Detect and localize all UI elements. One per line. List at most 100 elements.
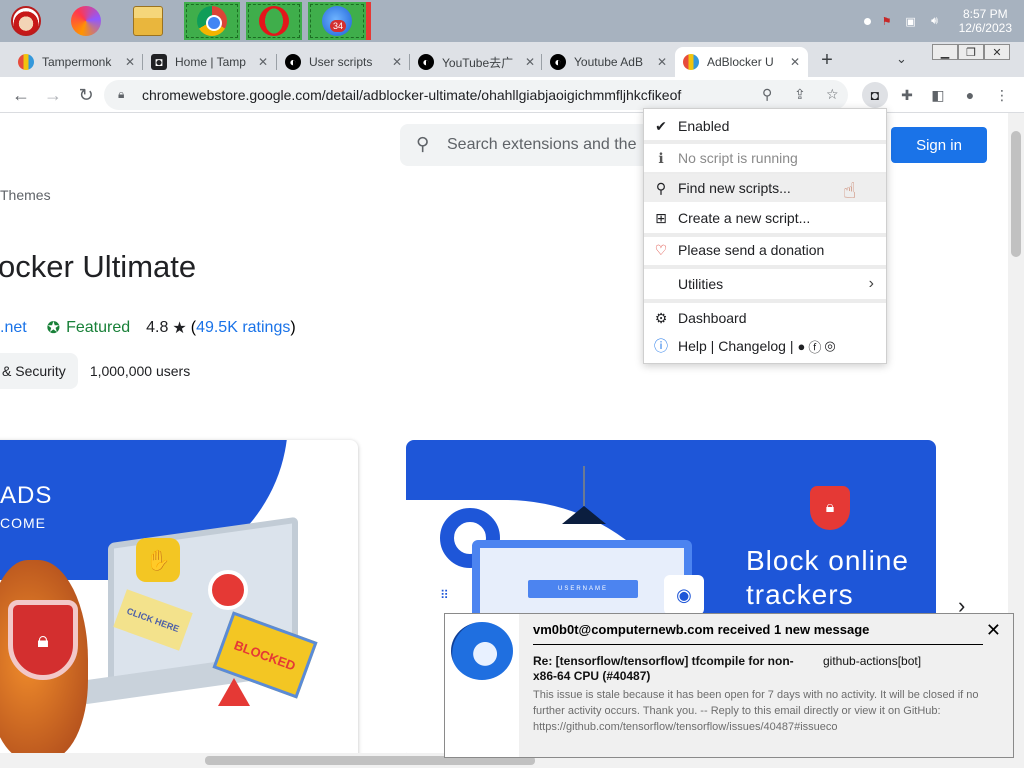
close-icon[interactable]: ✕ — [657, 55, 667, 69]
taskbar-app-santa[interactable] — [4, 2, 48, 40]
checkmark-icon: ✔ — [655, 117, 667, 134]
ratings-count-link[interactable]: 49.5K ratings — [196, 319, 290, 337]
plus-square-icon: ⊞ — [655, 209, 667, 226]
menu-item-dashboard[interactable]: ⚙ Dashboard — [644, 304, 886, 332]
tab-label: AdBlocker U — [707, 55, 774, 69]
menu-item-utilities[interactable]: Utilities › — [644, 270, 886, 298]
chevron-right-icon: › — [868, 275, 874, 292]
star-icon: ★ — [172, 320, 187, 337]
profile-avatar-icon[interactable]: ● — [957, 82, 983, 108]
tab-search-chevron-icon[interactable]: ⌄ — [896, 51, 907, 67]
new-mail-notification[interactable]: vm0b0t@computernewb.com received 1 new m… — [444, 613, 1014, 758]
close-icon[interactable]: ✕ — [525, 55, 535, 69]
file-explorer-icon — [133, 6, 163, 36]
tab-user-scripts[interactable]: ◐ User scripts ✕ — [277, 47, 410, 77]
tab-tampermonkey[interactable]: Tampermonk ✕ — [10, 47, 143, 77]
taskbar-app-firefox[interactable] — [64, 2, 108, 40]
featured-badge-icon: ✪ — [46, 320, 61, 337]
mail-icon: 34 — [322, 6, 352, 36]
flag-icon[interactable]: ⚑ — [879, 14, 895, 28]
close-window-button[interactable]: ✕ — [984, 44, 1010, 60]
tab-home-tampermonkey[interactable]: ◘ Home | Tamp ✕ — [143, 47, 276, 77]
back-button[interactable]: ← — [9, 83, 33, 107]
screenshot-card-1[interactable]: ADS COME ✋ CLICK HERE BLOCKED 🔒︎ — [0, 440, 358, 753]
taskbar-app-opera[interactable] — [246, 2, 302, 40]
instagram-icon[interactable]: ◎ — [824, 338, 835, 354]
notification-body: This issue is stale because it has been … — [533, 689, 979, 733]
bookmark-star-icon[interactable]: ☆ — [826, 86, 839, 103]
category-chip[interactable]: & Security — [0, 353, 78, 389]
tab-strip: Tampermonk ✕ ◘ Home | Tamp ✕ ◐ User scri… — [0, 42, 1024, 77]
warning-triangle-icon — [218, 678, 250, 706]
vertical-scroll-thumb[interactable] — [1011, 131, 1021, 257]
publisher-link[interactable]: .net — [0, 319, 27, 337]
github-icon[interactable]: ● — [797, 339, 805, 354]
notification-divider — [533, 644, 983, 645]
tab-youtube-adblock[interactable]: ◐ Youtube AdB ✕ — [542, 47, 675, 77]
menu-item-label: Create a new script... — [678, 210, 811, 226]
share-icon[interactable]: ⇪ — [794, 86, 806, 103]
santa-claus-icon — [11, 6, 41, 36]
menu-item-label: Dashboard — [678, 310, 747, 326]
clock[interactable]: 8:57 PM 12/6/2023 — [959, 7, 1012, 35]
search-icon: ⚲ — [416, 134, 430, 154]
greasyfork-icon: ◐ — [418, 54, 434, 70]
address-bar[interactable]: 🔒︎ chromewebstore.google.com/detail/adbl… — [104, 80, 848, 110]
tab-label: YouTube去广 — [442, 55, 514, 70]
menu-item-help[interactable]: ⓘ Help | Changelog | ● ⓕ ◎ — [644, 332, 886, 360]
window-controls: ▁ ❐ ✕ — [932, 44, 1010, 60]
menu-item-create-script[interactable]: ⊞ Create a new script... — [644, 204, 886, 232]
reload-button[interactable]: ↻ — [74, 83, 98, 107]
taskbar-app-explorer[interactable] — [126, 2, 170, 40]
tab-label: Home | Tamp — [175, 55, 246, 69]
rating-value: 4.8 — [146, 319, 169, 336]
featured-label[interactable]: Featured — [66, 319, 130, 337]
facebook-icon[interactable]: ⓕ — [808, 337, 821, 356]
tampermonkey-extension-button[interactable]: ◘ — [862, 82, 888, 108]
network-icon[interactable]: ▣ — [903, 14, 919, 28]
clock-time: 8:57 PM — [962, 7, 1008, 21]
search-icon[interactable]: ⚲ — [762, 86, 772, 103]
unread-count-badge: 34 — [329, 20, 346, 32]
menu-item-label: Help | Changelog | — [678, 338, 794, 354]
close-icon[interactable]: ✕ — [392, 55, 402, 69]
close-icon[interactable]: ✕ — [790, 55, 800, 69]
restore-button[interactable]: ❐ — [958, 44, 984, 60]
volume-icon[interactable]: 🔊︎ — [927, 14, 943, 28]
notification-title: vm0b0t@computernewb.com received 1 new m… — [533, 622, 870, 637]
tampermonkey-icon: ◘ — [870, 87, 880, 103]
page-title: ocker Ultimate — [0, 249, 197, 284]
tampermonkey-rainbow-icon — [18, 54, 34, 70]
tab-youtube-script[interactable]: ◐ YouTube去广 ✕ — [410, 47, 543, 77]
tab-adblocker-ultimate[interactable]: AdBlocker U ✕ — [675, 47, 808, 77]
taskbar-app-chrome[interactable] — [184, 2, 240, 40]
close-icon[interactable]: ✕ — [125, 55, 135, 69]
tab-label: User scripts — [309, 55, 373, 69]
side-panel-icon[interactable]: ◧ — [925, 82, 951, 108]
drag-handle-icon[interactable]: ⠿ — [440, 588, 449, 602]
menu-separator — [644, 299, 886, 303]
menu-item-label: Enabled — [678, 118, 730, 134]
menu-item-label: Please send a donation — [678, 242, 825, 258]
opera-icon — [259, 6, 289, 36]
extensions-puzzle-icon[interactable]: ✚ — [894, 82, 920, 108]
greasyfork-icon: ◐ — [285, 54, 301, 70]
kebab-menu-icon[interactable]: ⋮ — [989, 82, 1015, 108]
sign-in-button[interactable]: Sign in — [891, 127, 987, 163]
category-label: & Security — [2, 363, 66, 379]
lock-icon[interactable]: 🔒︎ — [118, 87, 124, 102]
new-tab-button[interactable]: + — [816, 49, 838, 71]
minimize-button[interactable]: ▁ — [932, 44, 958, 60]
menu-item-enabled[interactable]: ✔ Enabled — [644, 112, 886, 140]
category-tab-themes[interactable]: Themes — [0, 187, 51, 203]
thunderbird-icon — [451, 622, 513, 680]
tampermonkey-icon: ◘ — [151, 54, 167, 70]
url-text: chromewebstore.google.com/detail/adblock… — [142, 87, 682, 103]
webstore-search-input[interactable]: ⚲ Search extensions and the — [400, 124, 660, 166]
forward-button[interactable]: → — [41, 83, 65, 107]
chrome-icon — [197, 6, 227, 36]
close-icon[interactable]: ✕ — [986, 620, 1001, 641]
close-icon[interactable]: ✕ — [258, 55, 268, 69]
menu-item-donation[interactable]: ♡ Please send a donation — [644, 236, 886, 264]
taskbar-app-mail[interactable]: 34 — [308, 2, 366, 40]
